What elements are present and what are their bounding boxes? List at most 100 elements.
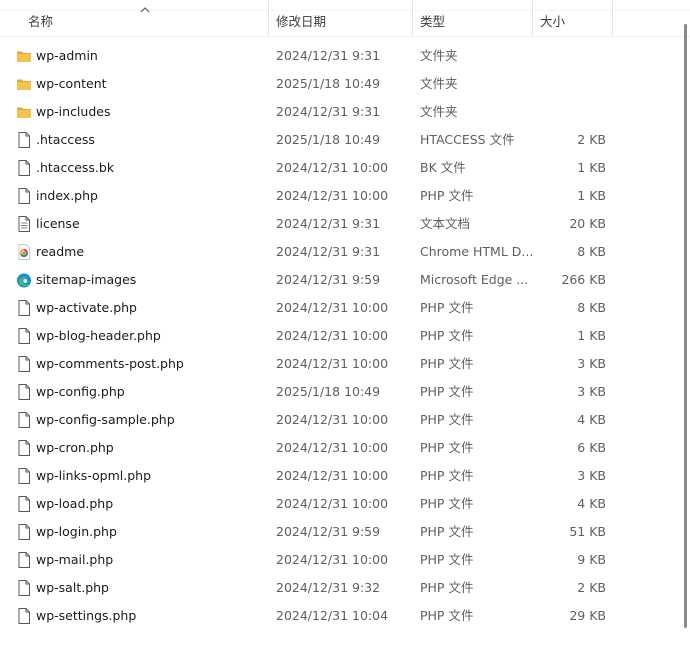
file-type: PHP 文件 xyxy=(420,552,474,567)
column-header-size[interactable]: 大小 xyxy=(532,0,612,36)
file-modified-date: 2024/12/31 10:00 xyxy=(276,356,389,371)
vertical-scrollbar[interactable] xyxy=(676,12,690,628)
file-name: readme xyxy=(36,244,85,259)
file-size: 2 KB xyxy=(577,580,606,595)
file-row[interactable]: wp-login.php 2024/12/31 9:59 PHP 文件 51 KB xyxy=(0,518,676,546)
file-row[interactable]: wp-config-sample.php 2024/12/31 10:00 PHP … xyxy=(0,406,676,434)
file-row[interactable]: wp-salt.php 2024/12/31 9:32 PHP 文件 2 KB xyxy=(0,574,676,602)
file-row[interactable]: wp-links-opml.php 2024/12/31 10:00 PHP 文件 3… xyxy=(0,462,676,490)
file-row[interactable]: wp-activate.php 2024/12/31 10:00 PHP 文件 8 K… xyxy=(0,294,676,322)
file-row[interactable]: wp-settings.php 2024/12/31 10:04 PHP 文件 29 … xyxy=(0,602,676,630)
file-icon xyxy=(16,131,32,149)
file-name: wp-links-opml.php xyxy=(36,468,152,483)
folder-icon xyxy=(16,47,32,65)
file-row[interactable]: wp-includes 2024/12/31 9:31 文件夹 xyxy=(0,98,676,126)
file-icon xyxy=(16,411,32,429)
file-type: 文件夹 xyxy=(420,76,458,91)
file-modified-date: 2024/12/31 10:04 xyxy=(276,608,389,623)
file-row[interactable]: wp-content 2025/1/18 10:49 文件夹 xyxy=(0,70,676,98)
file-icon xyxy=(16,383,32,401)
file-icon xyxy=(16,467,32,485)
file-icon xyxy=(16,187,32,205)
file-row[interactable]: .htaccess.bk 2024/12/31 10:00 BK 文件 1 KB xyxy=(0,154,676,182)
file-type: PHP 文件 xyxy=(420,468,474,483)
file-type: PHP 文件 xyxy=(420,412,474,427)
file-icon xyxy=(16,439,32,457)
file-type: 文本文档 xyxy=(420,216,471,231)
file-modified-date: 2024/12/31 10:00 xyxy=(276,552,389,567)
folder-icon xyxy=(16,103,32,121)
column-header-date[interactable]: 修改日期 xyxy=(268,0,412,36)
file-row[interactable]: license 2024/12/31 9:31 文本文档 20 KB xyxy=(0,210,676,238)
file-size: 1 KB xyxy=(577,160,606,175)
file-row[interactable]: .htaccess 2025/1/18 10:49 HTACCESS 文件 2 KB xyxy=(0,126,676,154)
file-modified-date: 2024/12/31 10:00 xyxy=(276,440,389,455)
file-name: wp-activate.php xyxy=(36,300,137,315)
file-icon xyxy=(16,299,32,317)
file-type: PHP 文件 xyxy=(420,580,474,595)
file-icon xyxy=(16,523,32,541)
file-name: wp-config-sample.php xyxy=(36,412,175,427)
file-row[interactable]: readme 2024/12/31 9:31 Chrome HTML D... 8 K… xyxy=(0,238,676,266)
file-type: PHP 文件 xyxy=(420,188,474,203)
file-modified-date: 2025/1/18 10:49 xyxy=(276,384,381,399)
edge-icon xyxy=(16,271,32,289)
file-type: Chrome HTML D... xyxy=(420,244,534,259)
file-type: PHP 文件 xyxy=(420,328,474,343)
folder-icon xyxy=(16,75,32,93)
file-type: BK 文件 xyxy=(420,160,466,175)
file-size: 8 KB xyxy=(577,300,606,315)
file-modified-date: 2024/12/31 10:00 xyxy=(276,328,389,343)
file-row[interactable]: wp-blog-header.php 2024/12/31 10:00 PHP 文件… xyxy=(0,322,676,350)
file-name: wp-login.php xyxy=(36,524,117,539)
file-size: 1 KB xyxy=(577,328,606,343)
file-name: index.php xyxy=(36,188,98,203)
file-name: wp-cron.php xyxy=(36,440,114,455)
file-name: wp-blog-header.php xyxy=(36,328,161,343)
file-list: wp-admin 2024/12/31 9:31 文件夹 wp-content 2025… xyxy=(0,42,676,630)
file-name: .htaccess.bk xyxy=(36,160,115,175)
file-modified-date: 2024/12/31 9:31 xyxy=(276,48,381,63)
file-name: wp-comments-post.php xyxy=(36,356,184,371)
file-modified-date: 2024/12/31 9:59 xyxy=(276,524,381,539)
file-row[interactable]: wp-config.php 2025/1/18 10:49 PHP 文件 3 KB xyxy=(0,378,676,406)
file-size: 3 KB xyxy=(577,356,606,371)
file-type: PHP 文件 xyxy=(420,608,474,623)
scrollbar-thumb[interactable] xyxy=(684,24,687,628)
file-modified-date: 2025/1/18 10:49 xyxy=(276,76,381,91)
file-modified-date: 2024/12/31 10:00 xyxy=(276,160,389,175)
file-icon xyxy=(16,327,32,345)
file-type: PHP 文件 xyxy=(420,496,474,511)
file-icon xyxy=(16,579,32,597)
file-size: 266 KB xyxy=(561,272,606,287)
file-modified-date: 2024/12/31 9:31 xyxy=(276,104,381,119)
column-header-type[interactable]: 类型 xyxy=(412,0,532,36)
file-row[interactable]: index.php 2024/12/31 10:00 PHP 文件 1 KB xyxy=(0,182,676,210)
file-row[interactable]: wp-mail.php 2024/12/31 10:00 PHP 文件 9 KB xyxy=(0,546,676,574)
file-row[interactable]: wp-admin 2024/12/31 9:31 文件夹 xyxy=(0,42,676,70)
chrome-icon xyxy=(16,243,32,261)
column-header-name[interactable]: 名称 xyxy=(20,0,268,36)
file-modified-date: 2024/12/31 9:32 xyxy=(276,580,381,595)
column-header-bar: 名称 修改日期 类型 大小 xyxy=(0,0,690,37)
file-modified-date: 2024/12/31 9:59 xyxy=(276,272,381,287)
file-icon xyxy=(16,355,32,373)
file-name: wp-load.php xyxy=(36,496,114,511)
file-modified-date: 2024/12/31 10:00 xyxy=(276,188,389,203)
file-type: PHP 文件 xyxy=(420,440,474,455)
file-row[interactable]: wp-load.php 2024/12/31 10:00 PHP 文件 4 KB xyxy=(0,490,676,518)
file-name: wp-mail.php xyxy=(36,552,114,567)
file-icon xyxy=(16,551,32,569)
file-size: 3 KB xyxy=(577,468,606,483)
file-size: 3 KB xyxy=(577,384,606,399)
file-size: 8 KB xyxy=(577,244,606,259)
file-modified-date: 2024/12/31 10:00 xyxy=(276,412,389,427)
file-size: 4 KB xyxy=(577,496,606,511)
column-divider[interactable] xyxy=(612,0,613,36)
file-row[interactable]: wp-cron.php 2024/12/31 10:00 PHP 文件 6 KB xyxy=(0,434,676,462)
file-name: sitemap-images xyxy=(36,272,137,287)
file-icon xyxy=(16,495,32,513)
file-row[interactable]: sitemap-images 2024/12/31 9:59 Microsoft E… xyxy=(0,266,676,294)
file-type: PHP 文件 xyxy=(420,356,474,371)
file-row[interactable]: wp-comments-post.php 2024/12/31 10:00 PHP … xyxy=(0,350,676,378)
